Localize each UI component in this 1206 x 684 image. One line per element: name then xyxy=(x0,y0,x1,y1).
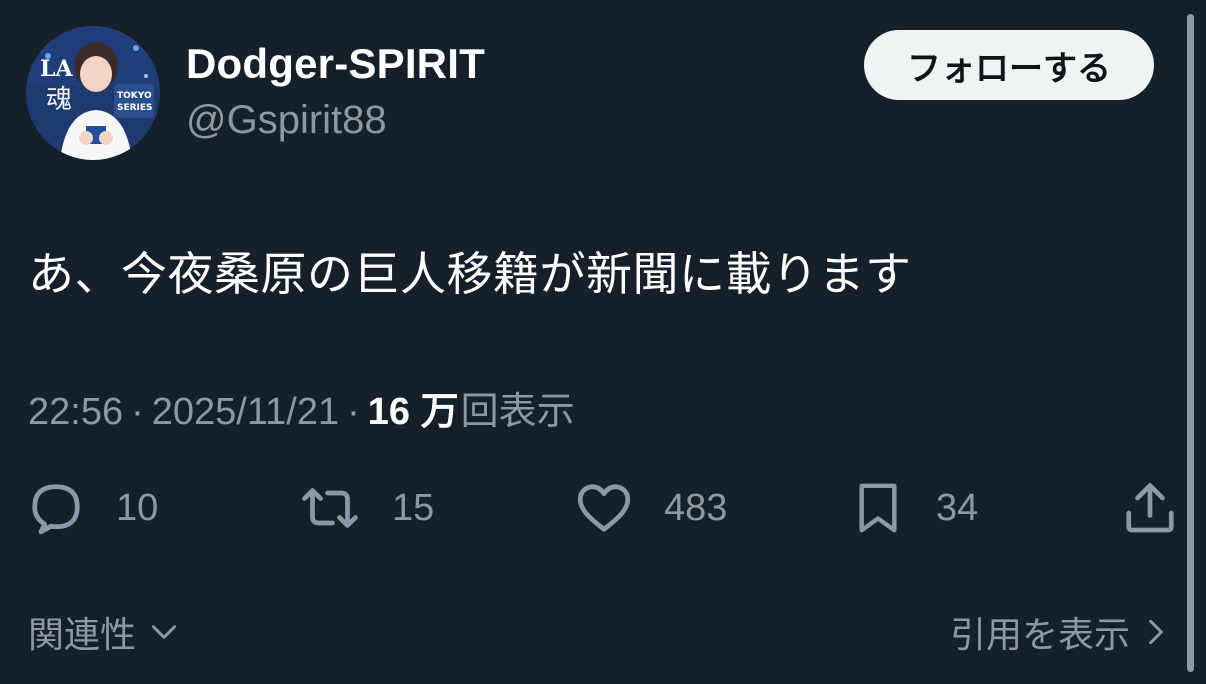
like-count: 483 xyxy=(664,486,728,529)
svg-text:TOKYO: TOKYO xyxy=(117,91,152,101)
share-icon xyxy=(1126,483,1174,533)
repost-button[interactable]: 15 xyxy=(298,478,434,538)
post-date[interactable]: 2025/11/21 xyxy=(152,391,339,434)
repost-count: 15 xyxy=(392,486,435,529)
bookmark-count: 34 xyxy=(936,486,979,529)
post-time[interactable]: 22:56 xyxy=(28,391,123,434)
svg-text:SERIES: SERIES xyxy=(117,103,153,113)
scrollbar[interactable] xyxy=(1187,14,1194,672)
like-button[interactable]: 483 xyxy=(574,478,727,538)
meta-separator: · xyxy=(347,391,360,433)
share-button[interactable] xyxy=(1120,478,1180,538)
avatar-icon: LA 魂 TOKYO SERIES xyxy=(26,26,160,160)
user-handle[interactable]: @Gspirit88 xyxy=(186,98,387,143)
reply-count: 10 xyxy=(116,486,159,529)
display-name[interactable]: Dodger-SPIRIT xyxy=(186,40,485,88)
relevance-label: 関連性 xyxy=(28,614,137,655)
views-label: 回表示 xyxy=(460,391,575,433)
relevance-sort-button[interactable]: 関連性 xyxy=(28,606,180,658)
post-meta: 22:56 · 2025/11/21 · 16 万 回表示 xyxy=(28,380,575,435)
view-quotes-label: 引用を表示 xyxy=(949,614,1130,655)
view-quotes-link[interactable]: 引用を表示 xyxy=(950,606,1168,658)
bookmark-button[interactable]: 34 xyxy=(850,478,978,538)
svg-text:LA: LA xyxy=(40,56,73,82)
meta-separator: · xyxy=(131,391,144,433)
post-text: あ、今夜桑原の巨人移籍が新聞に載ります xyxy=(28,248,912,300)
chevron-right-icon xyxy=(1149,619,1163,645)
follow-button[interactable]: フォローする xyxy=(864,30,1154,100)
bookmark-icon xyxy=(859,483,897,533)
views-count[interactable]: 16 万 xyxy=(368,380,459,435)
heart-icon xyxy=(577,484,631,532)
svg-text:魂: 魂 xyxy=(46,85,72,115)
chevron-down-icon xyxy=(151,625,177,639)
avatar[interactable]: LA 魂 TOKYO SERIES xyxy=(26,26,160,160)
repost-icon xyxy=(302,488,358,528)
reply-button[interactable]: 10 xyxy=(26,478,158,538)
reply-icon xyxy=(32,484,80,535)
